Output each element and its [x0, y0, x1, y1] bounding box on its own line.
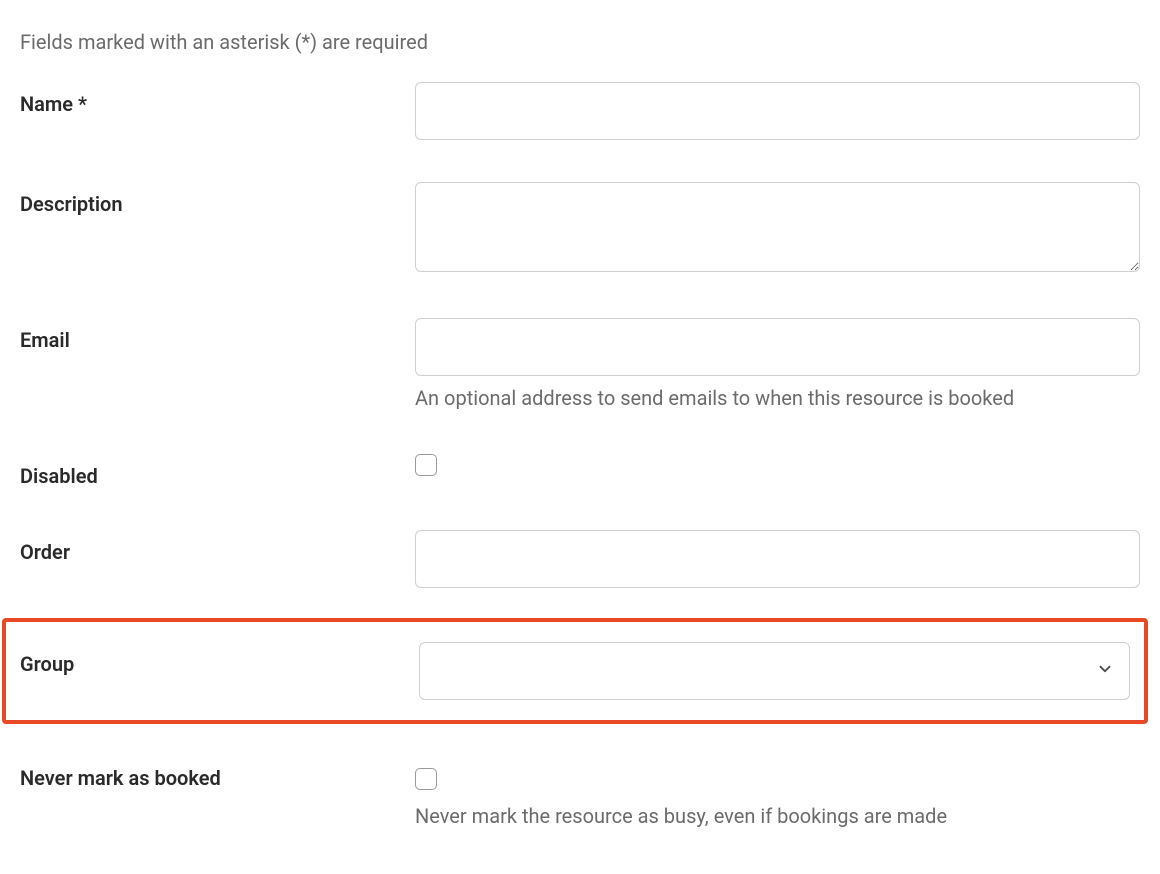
- email-row: Email An optional address to send emails…: [20, 318, 1140, 410]
- name-input[interactable]: [415, 82, 1140, 140]
- description-row: Description: [20, 182, 1140, 276]
- required-fields-hint: Fields marked with an asterisk (*) are r…: [20, 30, 1140, 54]
- group-label: Group: [20, 642, 419, 676]
- never-booked-help: Never mark the resource as busy, even if…: [415, 804, 1140, 828]
- order-row: Order: [20, 530, 1140, 588]
- never-booked-row: Never mark as booked Never mark the reso…: [20, 766, 1140, 828]
- never-booked-label: Never mark as booked: [20, 766, 415, 790]
- order-label: Order: [20, 530, 415, 564]
- disabled-row: Disabled: [20, 452, 1140, 488]
- disabled-checkbox[interactable]: [415, 454, 437, 476]
- order-input[interactable]: [415, 530, 1140, 588]
- disabled-label: Disabled: [20, 452, 415, 488]
- description-label: Description: [20, 182, 415, 216]
- group-highlight: Group: [2, 618, 1148, 724]
- email-label: Email: [20, 318, 415, 352]
- group-row: Group: [20, 642, 1130, 700]
- email-input[interactable]: [415, 318, 1140, 376]
- group-select[interactable]: [419, 642, 1130, 700]
- name-label: Name *: [20, 82, 415, 116]
- never-booked-checkbox[interactable]: [415, 768, 437, 790]
- description-textarea[interactable]: [415, 182, 1140, 272]
- name-row: Name *: [20, 82, 1140, 140]
- email-help: An optional address to send emails to wh…: [415, 386, 1140, 410]
